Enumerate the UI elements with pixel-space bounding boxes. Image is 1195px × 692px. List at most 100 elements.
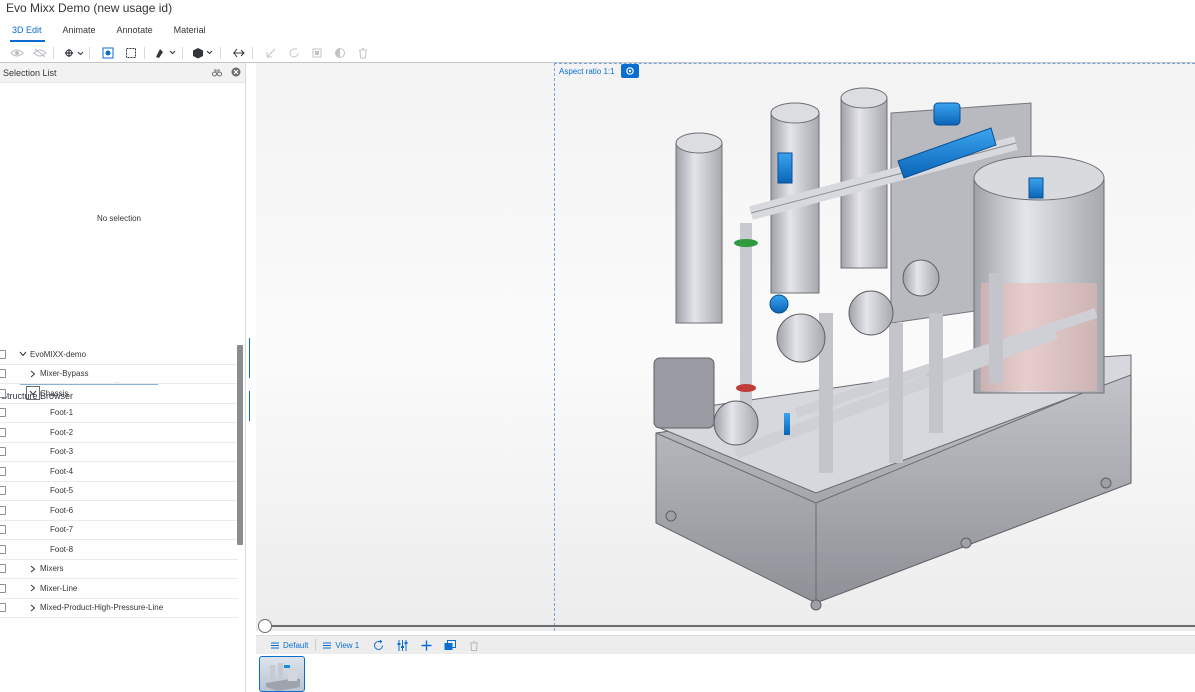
tree-row[interactable]: Mixer-Bypass — [0, 365, 238, 384]
tree-row[interactable]: Foot-1 — [0, 404, 238, 423]
toolbar-divider — [53, 46, 54, 59]
toolbar-divider — [220, 46, 221, 59]
tree-row[interactable]: Mixer-Line — [0, 579, 238, 599]
scale-icon[interactable] — [308, 45, 326, 61]
chevron-right-icon[interactable] — [26, 367, 40, 381]
tree-row[interactable]: Foot-5 — [0, 482, 238, 501]
aspect-ratio-label: Aspect ratio 1:1 — [559, 67, 615, 76]
rotate-icon[interactable] — [285, 45, 303, 61]
row-checkbox[interactable] — [0, 466, 6, 476]
view-thumbnail[interactable] — [259, 656, 305, 692]
tab-3d-edit[interactable]: 3D Edit — [0, 22, 51, 42]
chevron-down-icon[interactable] — [16, 347, 30, 361]
tree-item-label: Foot-7 — [50, 525, 74, 535]
tree-item-label: Foot-1 — [50, 408, 74, 418]
tree-scrollbar[interactable] — [237, 345, 243, 545]
tree-row[interactable]: Mixed-Product-High-Pressure-Line — [0, 599, 238, 618]
chevron-right-icon[interactable] — [26, 601, 40, 615]
tree-item-label: Foot-3 — [50, 447, 74, 457]
row-checkbox[interactable] — [0, 427, 6, 437]
fit-view-icon[interactable] — [99, 45, 117, 61]
paint-icon[interactable] — [154, 45, 178, 61]
tab-animate[interactable]: Animate — [51, 22, 105, 42]
move-icon[interactable] — [262, 45, 280, 61]
row-checkbox[interactable] — [0, 369, 6, 379]
tree-row[interactable]: Foot-8 — [0, 540, 238, 560]
3d-model[interactable] — [636, 83, 1136, 613]
binoculars-icon[interactable] — [212, 64, 222, 82]
add-icon[interactable] — [414, 640, 438, 651]
list-icon — [323, 642, 332, 648]
row-checkbox[interactable] — [0, 388, 6, 398]
tree-row[interactable]: Foot-3 — [0, 443, 238, 462]
tree-item-label: Mixer-Line — [40, 583, 78, 593]
tab-annotate[interactable]: Annotate — [105, 22, 162, 42]
tree-row[interactable]: EvoMIXX-demo — [0, 345, 238, 365]
selection-box-icon[interactable] — [122, 45, 140, 61]
opacity-icon[interactable] — [331, 45, 349, 61]
tab-material[interactable]: Material — [162, 22, 215, 42]
tree-item-label: Mixer-Bypass — [40, 369, 89, 379]
selection-list-header: Selection List — [0, 63, 245, 83]
tree-item-label: Chassis — [40, 388, 69, 398]
3d-viewport[interactable]: Aspect ratio 1:1 — [256, 63, 1195, 631]
aspect-ratio-settings-button[interactable] — [621, 64, 639, 78]
toolbar — [0, 43, 1195, 63]
toolbar-divider — [89, 46, 90, 59]
chevron-right-icon[interactable] — [26, 562, 40, 576]
row-checkbox[interactable] — [0, 505, 6, 515]
timeline — [256, 619, 1195, 633]
delete-icon[interactable] — [354, 45, 372, 61]
tree-item-label: Foot-2 — [50, 427, 74, 437]
tree-item-label: Foot-6 — [50, 505, 74, 515]
row-checkbox[interactable] — [0, 408, 6, 418]
render-mode-icon[interactable] — [192, 45, 216, 61]
row-checkbox[interactable] — [0, 564, 6, 574]
views-icon[interactable] — [438, 639, 462, 651]
tab-bar: 3D Edit Animate Annotate Material — [0, 22, 215, 42]
row-checkbox[interactable] — [0, 525, 6, 535]
list-icon — [271, 642, 279, 648]
panel-resize-handle[interactable] — [249, 63, 250, 692]
row-checkbox[interactable] — [0, 583, 6, 593]
structure-tree: EvoMIXX-demo Mixer-Bypass Chassis Foot-1 Foo… — [0, 345, 238, 618]
tree-row[interactable]: Mixers — [0, 560, 238, 579]
row-checkbox[interactable] — [0, 349, 6, 359]
tree-row[interactable]: Foot-4 — [0, 462, 238, 482]
timeline-handle[interactable] — [258, 619, 272, 633]
view-1-label: View 1 — [335, 640, 360, 650]
tree-item-label: Foot-5 — [50, 486, 74, 496]
rotate-mode-icon[interactable] — [63, 45, 85, 61]
view-bar: Default View 1 — [256, 635, 1195, 654]
tree-item-label: Mixed-Product-High-Pressure-Line — [40, 603, 164, 613]
tree-row[interactable]: Foot-6 — [0, 501, 238, 521]
default-view-label: Default — [283, 640, 309, 650]
view-thumbnails — [256, 654, 1195, 692]
tree-item-label: Foot-8 — [50, 544, 74, 554]
empty-selection-text: No selection — [96, 214, 142, 223]
tree-item-label: EvoMIXX-demo — [30, 349, 87, 359]
show-icon[interactable] — [8, 45, 26, 61]
toolbar-divider — [252, 46, 253, 59]
delete-view-icon[interactable] — [462, 640, 486, 651]
row-checkbox[interactable] — [0, 486, 6, 496]
selection-list-title: Selection List — [3, 67, 57, 78]
settings-icon — [626, 67, 634, 75]
refresh-icon[interactable] — [366, 639, 390, 651]
default-view-button[interactable]: Default — [264, 641, 315, 650]
row-checkbox[interactable] — [0, 603, 6, 613]
tree-item-label: Foot-4 — [50, 466, 74, 476]
adjust-icon[interactable] — [390, 639, 414, 651]
chevron-down-icon[interactable] — [26, 386, 40, 401]
clear-selection-icon[interactable] — [231, 64, 241, 82]
transform-icon[interactable] — [230, 45, 248, 61]
tree-row[interactable]: Foot-7 — [0, 521, 238, 540]
view-1-button[interactable]: View 1 — [316, 641, 366, 650]
hide-icon[interactable] — [31, 45, 49, 61]
chevron-right-icon[interactable] — [26, 581, 40, 595]
row-checkbox[interactable] — [0, 544, 6, 554]
timeline-track[interactable] — [266, 625, 1195, 627]
tree-row[interactable]: Foot-2 — [0, 423, 238, 443]
row-checkbox[interactable] — [0, 447, 6, 457]
tree-row[interactable]: Chassis — [0, 384, 238, 404]
